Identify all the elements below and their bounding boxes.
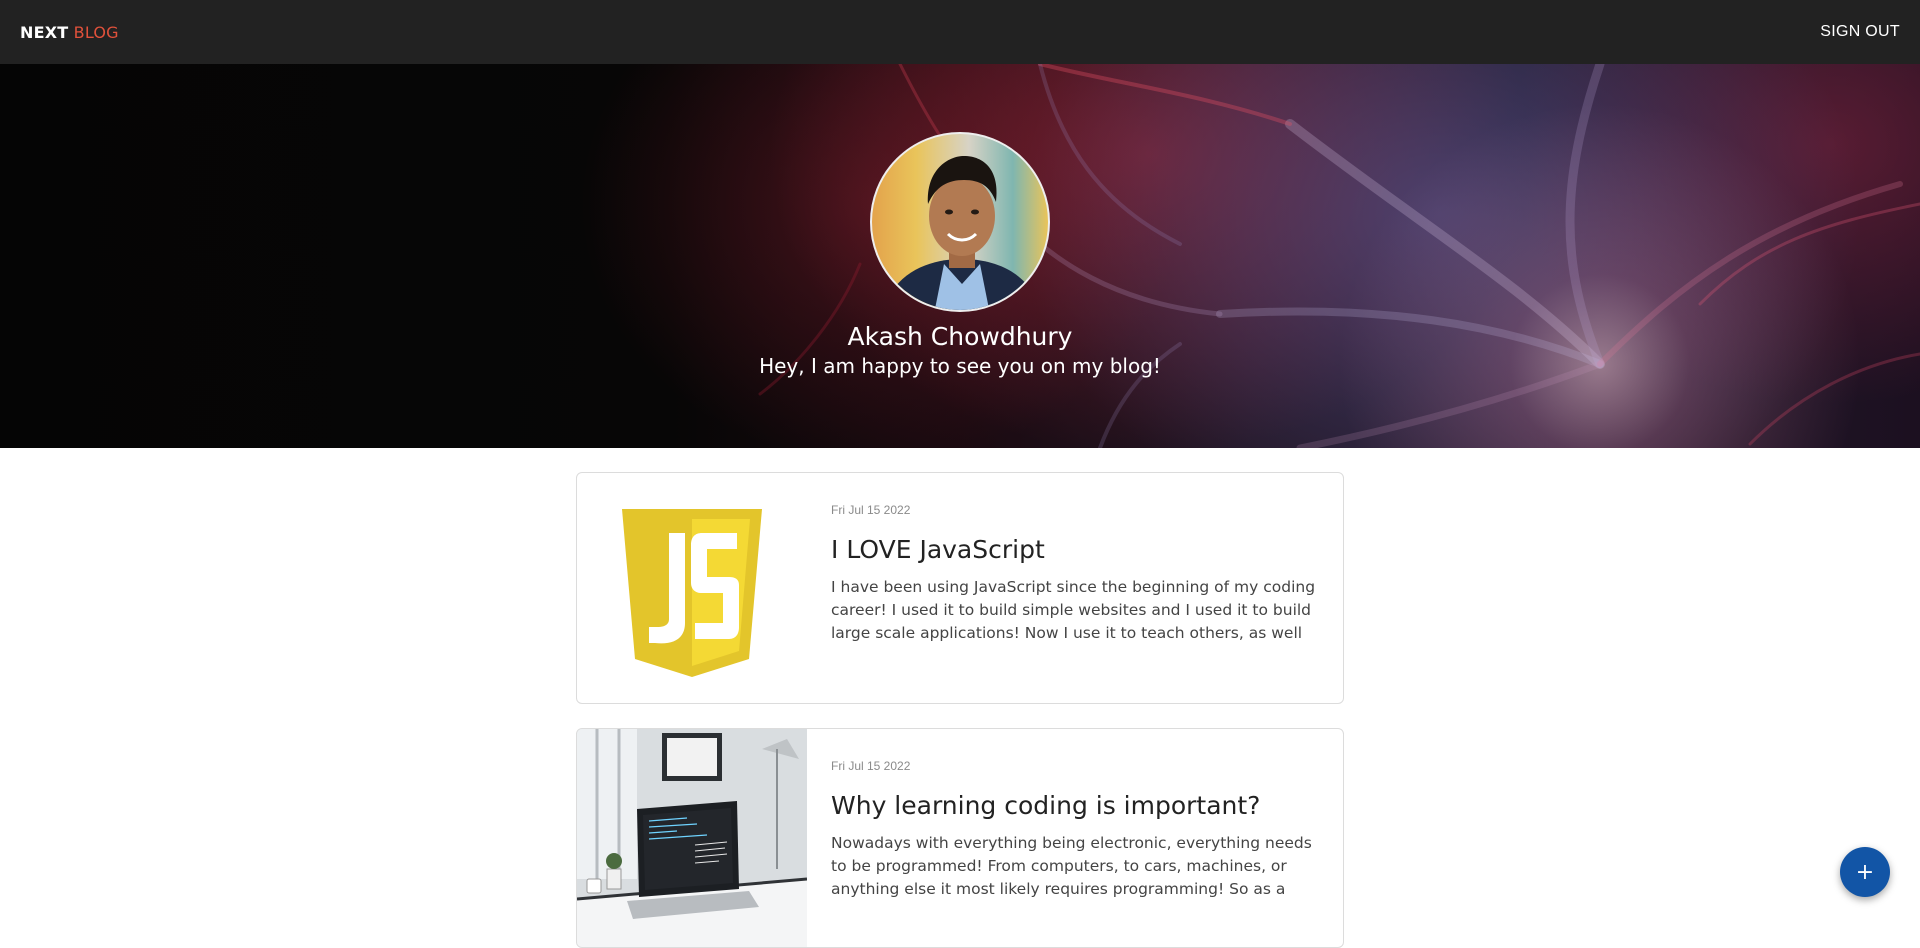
sign-out-button[interactable]: SIGN OUT: [1820, 23, 1900, 41]
post-title[interactable]: Why learning coding is important?: [831, 791, 1319, 820]
post-card[interactable]: Fri Jul 15 2022 Why learning coding is i…: [576, 728, 1344, 948]
profile-hero: Akash Chowdhury Hey, I am happy to see y…: [0, 64, 1920, 448]
post-date: Fri Jul 15 2022: [831, 759, 911, 773]
brand-strong-text: NEXT: [20, 22, 69, 42]
brand-logo[interactable]: NEXT BLOG: [20, 23, 119, 42]
laptop-desk-photo: [577, 729, 808, 947]
post-body: Fri Jul 15 2022 I LOVE JavaScript I have…: [831, 503, 1319, 645]
profile-tagline: Hey, I am happy to see you on my blog!: [759, 354, 1161, 378]
post-excerpt: Nowadays with everything being electroni…: [831, 834, 1312, 898]
javascript-logo-icon: [622, 509, 762, 677]
add-post-button[interactable]: +: [1840, 847, 1890, 897]
profile-photo: [883, 156, 1041, 310]
post-thumbnail: [577, 729, 808, 947]
post-excerpt: I have been using JavaScript since the b…: [831, 578, 1316, 642]
post-date: Fri Jul 15 2022: [831, 503, 911, 517]
post-thumbnail: [577, 473, 807, 703]
top-navbar: NEXT BLOG SIGN OUT: [0, 0, 1920, 64]
plus-icon: +: [1855, 859, 1875, 885]
post-title[interactable]: I LOVE JavaScript: [831, 535, 1319, 564]
brand-accent-text: BLOG: [73, 22, 119, 42]
profile-name: Akash Chowdhury: [847, 322, 1073, 351]
post-body: Fri Jul 15 2022 Why learning coding is i…: [831, 759, 1319, 901]
profile-avatar: [870, 132, 1050, 312]
post-card[interactable]: Fri Jul 15 2022 I LOVE JavaScript I have…: [576, 472, 1344, 704]
